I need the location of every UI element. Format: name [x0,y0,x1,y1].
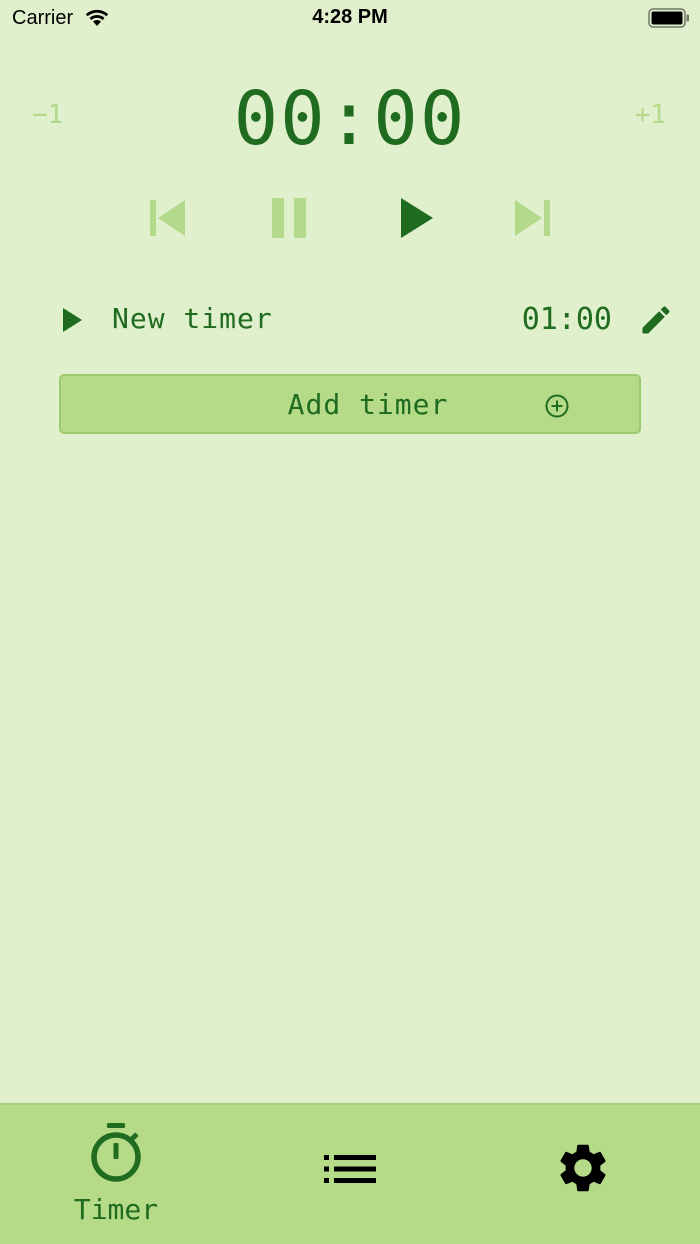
timer-display: 00:00 [233,76,467,162]
tab-bar: Timer [0,1103,700,1244]
skip-next-icon [515,200,550,236]
tab-settings[interactable] [550,1105,616,1244]
play-icon [63,308,82,332]
timer-duration: 01:00 [521,302,612,337]
status-time: 4:28 PM [312,6,388,28]
add-timer-button[interactable]: Add timer [59,374,641,434]
battery-icon [648,8,690,33]
gear-icon [554,1139,612,1202]
skip-previous-button[interactable] [142,192,192,244]
tab-timer[interactable]: Timer [60,1105,172,1244]
pause-button[interactable] [264,192,314,244]
edit-timer-button[interactable] [638,302,674,338]
pencil-icon [642,306,670,334]
timer-name: New timer [112,302,273,335]
tab-timer-label: Timer [73,1193,159,1226]
play-icon [401,198,433,238]
timer-play-button[interactable] [56,304,88,336]
pause-icon [272,198,306,238]
stopwatch-icon [88,1121,144,1190]
playback-controls [0,192,700,244]
status-bar: Carrier 4:28 PM [0,0,700,40]
skip-next-button[interactable] [508,192,558,244]
timer-list-item[interactable]: New timer 01:00 [0,294,700,346]
tab-list[interactable] [320,1105,380,1244]
add-circle-icon [545,394,569,418]
plus-one-button[interactable]: +1 [635,100,666,130]
skip-previous-icon [150,200,185,236]
list-icon [324,1153,378,1190]
play-button[interactable] [390,192,440,244]
